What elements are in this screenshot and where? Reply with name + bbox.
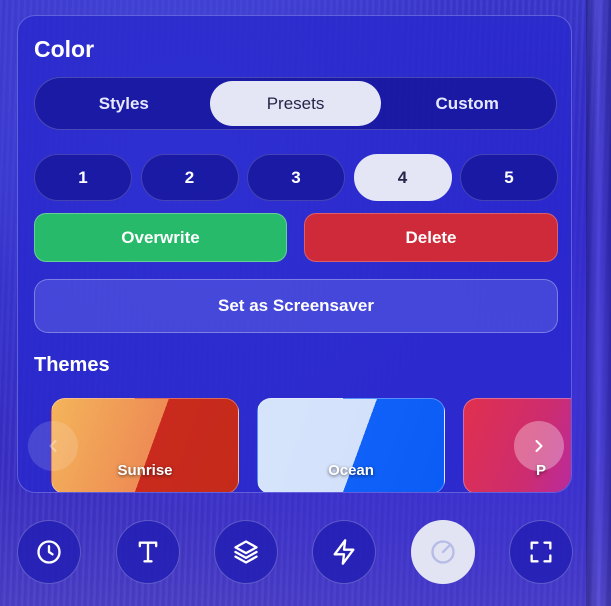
preset-1-button[interactable]: 1 <box>34 154 132 201</box>
carousel-prev-button[interactable] <box>28 421 78 471</box>
overwrite-button[interactable]: Overwrite <box>34 213 287 262</box>
effects-button[interactable] <box>312 520 376 584</box>
background-edge <box>586 0 611 606</box>
theme-label: Sunrise <box>117 462 173 479</box>
panel-title: Color <box>34 36 95 62</box>
color-button[interactable] <box>411 520 475 584</box>
text-button[interactable] <box>116 520 180 584</box>
preset-5-button[interactable]: 5 <box>460 154 558 201</box>
palette-icon <box>431 540 455 564</box>
theme-card-sunrise[interactable]: Sunrise <box>51 398 239 492</box>
chevron-left-icon <box>49 439 57 453</box>
delete-button[interactable]: Delete <box>304 213 558 262</box>
set-screensaver-button[interactable]: Set as Screensaver <box>34 279 558 333</box>
chevron-right-icon <box>535 439 543 453</box>
fullscreen-button[interactable] <box>509 520 573 584</box>
preset-3-button[interactable]: 3 <box>247 154 345 201</box>
preset-2-button[interactable]: 2 <box>140 154 239 201</box>
themes-carousel: Sunrise Ocean P <box>51 398 571 492</box>
tab-presets[interactable]: Presets <box>209 81 382 126</box>
theme-label: Ocean <box>328 462 374 479</box>
tab-custom[interactable]: Custom <box>381 81 553 126</box>
color-panel: Color Styles Presets Custom 1 2 3 4 5 Ov… <box>17 15 572 493</box>
text-icon <box>138 541 158 563</box>
tab-styles[interactable]: Styles <box>38 81 210 126</box>
theme-card-ocean[interactable]: Ocean <box>257 398 445 492</box>
preset-4-button[interactable]: 4 <box>353 154 452 201</box>
mode-tabs: Styles Presets Custom <box>34 77 557 130</box>
carousel-next-button[interactable] <box>514 421 564 471</box>
themes-heading: Themes <box>34 354 110 376</box>
preset-slots: 1 2 3 4 5 <box>34 154 558 203</box>
layers-button[interactable] <box>214 520 278 584</box>
layers-icon <box>234 540 258 564</box>
preset-actions: Overwrite Delete <box>34 213 558 263</box>
clock-button[interactable] <box>17 520 81 584</box>
fullscreen-icon <box>530 541 552 563</box>
clock-icon <box>37 540 61 564</box>
lightning-icon <box>333 539 355 565</box>
